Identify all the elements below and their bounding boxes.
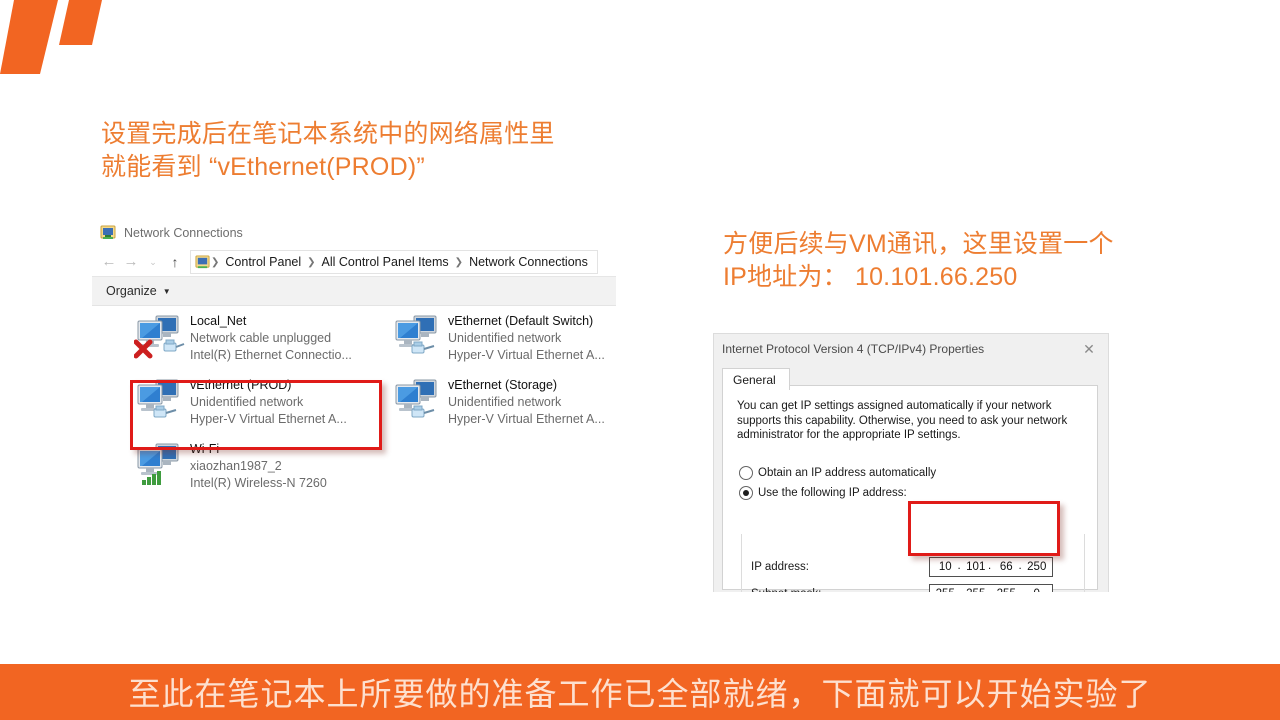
network-adapter-icon xyxy=(134,376,190,438)
list-item[interactable]: vEthernet (PROD) Unidentified network Hy… xyxy=(134,376,384,438)
wifi-adapter-icon xyxy=(134,440,190,502)
logo-icon xyxy=(0,0,102,74)
forward-icon[interactable]: → xyxy=(120,253,142,271)
radio-obtain-ip-automatically[interactable]: Obtain an IP address automatically xyxy=(739,463,1097,483)
list-item[interactable]: Wi-Fi xiaozhan1987_2 Intel(R) Wireless-N… xyxy=(134,440,384,502)
connection-adapter: Hyper-V Virtual Ethernet A... xyxy=(448,412,605,426)
back-icon[interactable]: ← xyxy=(98,253,120,271)
field-row-ip-address: IP address: 10 101 66 250 xyxy=(751,554,1081,580)
connection-name: Local_Net xyxy=(190,314,247,328)
octet-1[interactable]: 255 xyxy=(930,588,961,592)
dialog-title: Internet Protocol Version 4 (TCP/IPv4) P… xyxy=(722,342,985,356)
breadcrumb-item-all-control-panel-items[interactable]: All Control Panel Items xyxy=(317,255,454,269)
list-item[interactable]: vEthernet (Storage) Unidentified network… xyxy=(392,376,642,438)
connection-status: xiaozhan1987_2 xyxy=(190,459,282,473)
bottom-banner-text: 至此在笔记本上所要做的准备工作已全部就绪，下面就可以开始实验了 xyxy=(128,676,1152,712)
tab-general[interactable]: General xyxy=(722,368,790,390)
subnet-mask-label: Subnet mask: xyxy=(751,588,929,592)
explorer-toolbar: Organize ▼ xyxy=(92,276,616,306)
subnet-mask-input[interactable]: 255 255 255 0 xyxy=(929,584,1053,592)
network-connections-window: Network Connections ← → ⌄ ↑ ❯ Control Pa… xyxy=(92,218,616,519)
connection-name: vEthernet (Storage) xyxy=(448,378,558,392)
connection-adapter: Intel(R) Wireless-N 7260 xyxy=(190,476,327,490)
tcpipv4-properties-dialog: Internet Protocol Version 4 (TCP/IPv4) P… xyxy=(713,333,1109,592)
breadcrumb-separator: ❯ xyxy=(307,256,316,268)
up-one-level-icon[interactable]: ↑ xyxy=(164,253,186,271)
list-item[interactable]: vEthernet (Default Switch) Unidentified … xyxy=(392,312,642,374)
breadcrumb-separator: ❯ xyxy=(211,256,220,268)
dialog-panel: You can get IP settings assigned automat… xyxy=(722,385,1098,592)
breadcrumb[interactable]: ❯ Control Panel ❯ All Control Panel Item… xyxy=(190,250,598,274)
breadcrumb-item-network-connections[interactable]: Network Connections xyxy=(464,255,593,269)
list-item[interactable]: Local_Net Network cable unplugged Intel(… xyxy=(133,312,384,374)
chevron-down-icon[interactable]: ▼ xyxy=(163,287,171,296)
explorer-titlebar: Network Connections xyxy=(92,218,616,248)
breadcrumb-item-control-panel[interactable]: Control Panel xyxy=(220,255,306,269)
slide-note-right: 方便后续与VM通讯，这里设置一个 IP地址为： 10.101.66.250 xyxy=(723,230,1114,291)
octet-1[interactable]: 10 xyxy=(930,561,961,573)
dialog-description: You can get IP settings assigned automat… xyxy=(737,400,1068,441)
connections-column-left: Local_Net Network cable unplugged Intel(… xyxy=(133,312,384,504)
slide-heading: 设置完成后在笔记本系统中的网络属性里 就能看到 “vEthernet(PROD)… xyxy=(101,120,555,181)
radio-use-following-ip[interactable]: Use the following IP address: xyxy=(739,483,1097,503)
radio-obtain-ip-label: Obtain an IP address automatically xyxy=(758,466,937,479)
ip-address-label: IP address: xyxy=(751,561,809,573)
bottom-banner: 至此在笔记本上所要做的准备工作已全部就绪，下面就可以开始实验了 xyxy=(0,664,1280,720)
radio-use-following-ip-label: Use the following IP address: xyxy=(758,486,907,499)
ip-address-input[interactable]: 10 101 66 250 xyxy=(929,557,1053,577)
connection-status: Unidentified network xyxy=(190,395,304,409)
octet-2[interactable]: 255 xyxy=(958,587,992,592)
connection-name: vEthernet (PROD) xyxy=(190,378,292,392)
network-connections-icon xyxy=(100,225,116,239)
recent-locations-icon[interactable]: ⌄ xyxy=(142,253,164,271)
explorer-title-text: Network Connections xyxy=(124,226,243,240)
connection-status: Unidentified network xyxy=(448,395,562,409)
connection-status: Network cable unplugged xyxy=(190,331,332,345)
connections-list: Local_Net Network cable unplugged Intel(… xyxy=(92,306,616,519)
field-row-subnet-mask: Subnet mask: 255 255 255 0 xyxy=(751,581,1081,592)
octet-3[interactable]: 66 xyxy=(988,560,1022,573)
radio-icon-selected[interactable] xyxy=(739,485,753,500)
octet-3[interactable]: 255 xyxy=(988,587,1022,592)
network-adapter-icon xyxy=(392,376,448,438)
connection-status: Unidentified network xyxy=(448,331,562,345)
connections-column-right: vEthernet (Default Switch) Unidentified … xyxy=(392,312,642,440)
octet-4[interactable]: 0 xyxy=(1019,587,1053,592)
explorer-navbar: ← → ⌄ ↑ ❯ Control Panel ❯ All Control Pa… xyxy=(92,248,616,276)
breadcrumb-separator: ❯ xyxy=(454,256,464,268)
connection-adapter: Intel(R) Ethernet Connectio... xyxy=(190,348,352,362)
close-icon[interactable]: ✕ xyxy=(1072,336,1106,362)
network-adapter-icon xyxy=(133,312,190,374)
brand-logo xyxy=(0,0,140,90)
radio-icon[interactable] xyxy=(739,465,753,480)
connection-name: Wi-Fi xyxy=(190,442,220,456)
connection-adapter: Hyper-V Virtual Ethernet A... xyxy=(448,348,605,362)
connection-adapter: Hyper-V Virtual Ethernet A... xyxy=(190,412,347,426)
dialog-titlebar: Internet Protocol Version 4 (TCP/IPv4) P… xyxy=(714,334,1108,364)
ip-field-rows: IP address: 10 101 66 250 Subnet mask: 2… xyxy=(751,554,1081,592)
slide-canvas: 设置完成后在笔记本系统中的网络属性里 就能看到 “vEthernet(PROD)… xyxy=(0,0,1280,720)
octet-2[interactable]: 101 xyxy=(958,560,992,573)
network-adapter-icon xyxy=(392,312,448,374)
organize-button[interactable]: Organize xyxy=(106,284,157,298)
octet-4[interactable]: 250 xyxy=(1019,560,1053,573)
breadcrumb-network-icon xyxy=(195,254,210,268)
connection-name: vEthernet (Default Switch) xyxy=(448,314,594,328)
